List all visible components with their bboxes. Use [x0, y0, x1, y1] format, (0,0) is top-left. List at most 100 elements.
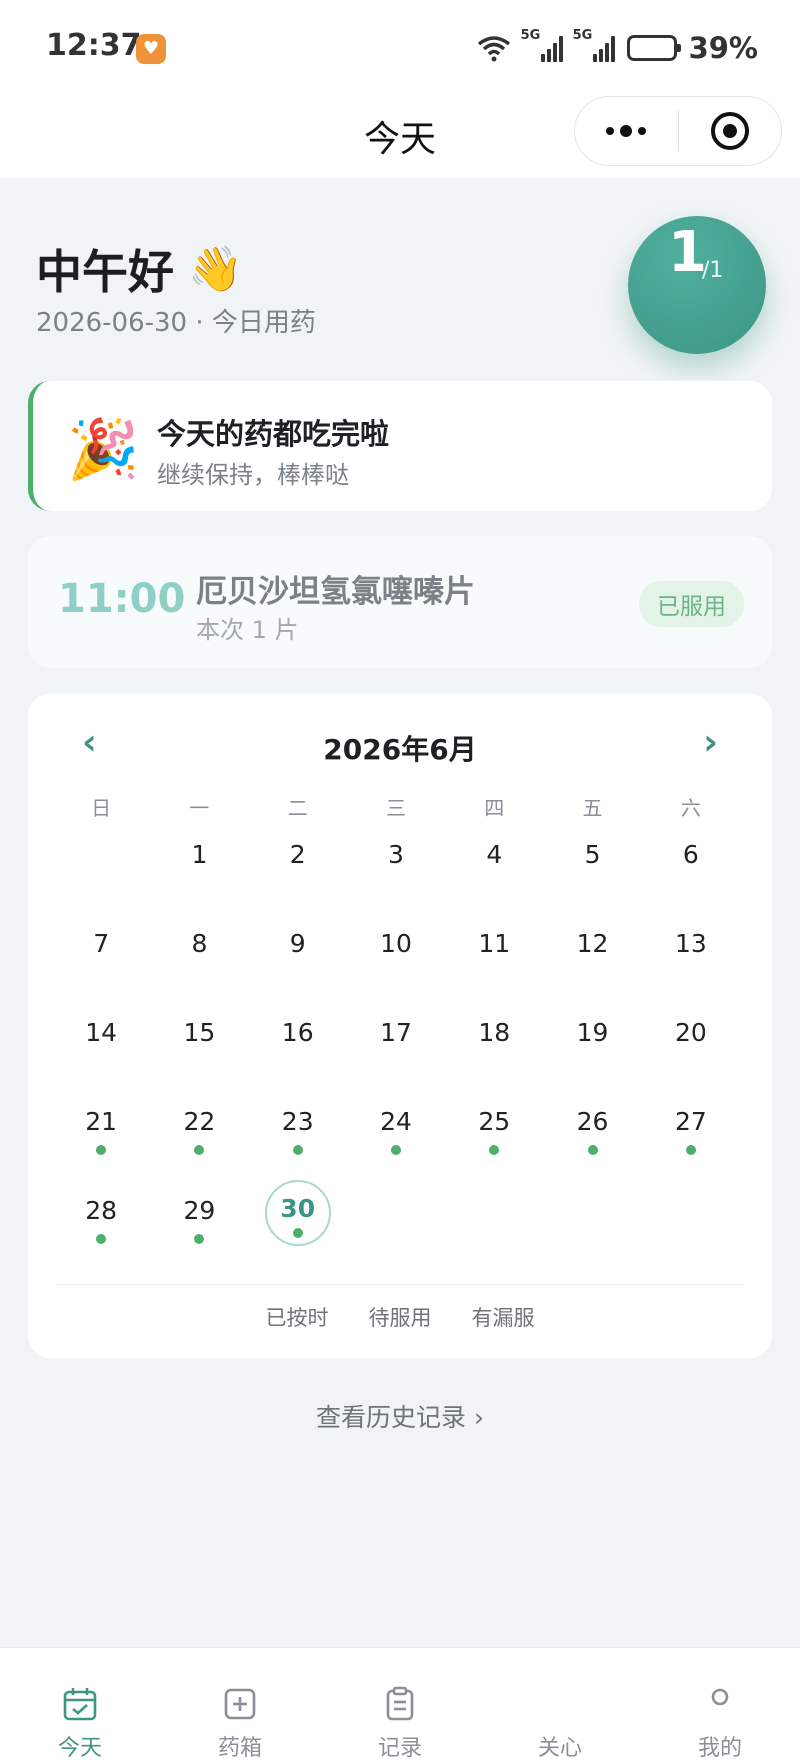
calendar-day[interactable]: 6	[642, 824, 740, 913]
tab-care[interactable]: 关心	[480, 1648, 640, 1760]
calendar-day[interactable]: 17	[347, 1002, 445, 1091]
calendar-day[interactable]: 5	[543, 824, 641, 913]
calendar-day[interactable]: 2	[249, 824, 347, 913]
legend-item: 待服用	[368, 1306, 432, 1330]
calendar-day[interactable]: 26	[543, 1091, 641, 1180]
sim1-label: 5G	[520, 28, 541, 43]
day-number: 30	[280, 1194, 316, 1223]
taken-dot	[390, 1145, 401, 1155]
day-number: 1	[191, 840, 208, 869]
day-number: 10	[380, 929, 412, 958]
day-number: 21	[85, 1107, 118, 1136]
calendar-day[interactable]: 16	[249, 1002, 347, 1091]
all-done-title: 今天的药都吃完啦	[157, 417, 390, 451]
weekday-label: 五	[582, 796, 603, 820]
tab-medicine-box[interactable]: 药箱	[160, 1648, 320, 1760]
calendar-day[interactable]: 25	[445, 1091, 543, 1180]
close-miniprogram-button[interactable]	[679, 97, 782, 165]
progress-total-count: /1	[702, 258, 724, 283]
view-history-link[interactable]: 查看历史记录 ›	[0, 1398, 800, 1434]
calendar-divider	[56, 1284, 744, 1285]
tab-label: 今天	[57, 1736, 102, 1760]
weekday-label: 三	[385, 796, 406, 820]
dose-card[interactable]: 11:00 厄贝沙坦氢氯噻嗪片 本次 1 片 已服用	[28, 536, 772, 668]
sim2-label: 5G	[572, 28, 593, 43]
taken-dot	[292, 1228, 303, 1238]
taken-status-badge: 已服用	[639, 581, 744, 627]
day-number: 22	[183, 1107, 216, 1136]
calendar-day[interactable]: 22	[150, 1091, 248, 1180]
day-number: 4	[486, 840, 503, 869]
calendar-day[interactable]: 15	[150, 1002, 248, 1091]
target-icon	[710, 112, 749, 150]
tab-label: 我的	[697, 1736, 742, 1760]
day-number: 8	[191, 929, 208, 958]
calendar-day[interactable]: 4	[445, 824, 543, 913]
battery-icon	[626, 35, 681, 61]
calendar-day[interactable]: 3	[347, 824, 445, 913]
calendar-day[interactable]: 27	[642, 1091, 740, 1180]
calendar-day[interactable]: 19	[543, 1002, 641, 1091]
calendar-day[interactable]: 8	[150, 913, 248, 1002]
calendar-day[interactable]: 13	[642, 913, 740, 1002]
calendar-day[interactable]: 24	[347, 1091, 445, 1180]
calendar-card: ‹ 2026年6月 › 日一二三四五六 1 2 3 4 5 6 7 8 9 10 11 12 13 14 1…	[28, 694, 772, 1358]
calendar-legend: 已按时 待服用 有漏服	[28, 1302, 772, 1332]
day-number: 25	[478, 1107, 511, 1136]
weekday-label: 日	[91, 796, 112, 820]
day-number: 3	[388, 840, 404, 869]
cell-signal-1-icon: 5G	[521, 28, 563, 62]
calendar-day[interactable]: 20	[642, 1002, 740, 1091]
taken-dot	[96, 1145, 107, 1155]
day-number: 28	[85, 1196, 118, 1225]
dose-amount: 本次 1 片	[196, 616, 299, 644]
medicine-name: 厄贝沙坦氢氯噻嗪片	[196, 574, 475, 610]
calendar-day[interactable]: 29	[150, 1180, 248, 1269]
legend-item: 有漏服	[471, 1306, 535, 1330]
tab-records[interactable]: 记录	[320, 1648, 480, 1760]
party-popper-icon: 🎉	[67, 415, 140, 483]
day-number: 26	[576, 1107, 609, 1136]
day-number: 15	[183, 1018, 216, 1047]
next-month-button[interactable]: ›	[703, 722, 718, 763]
calendar-day[interactable]: 9	[249, 913, 347, 1002]
calendar-day[interactable]: 12	[543, 913, 641, 1002]
calendar-day[interactable]: 21	[52, 1091, 150, 1180]
weekday-label: 二	[287, 796, 308, 820]
weekday-label: 一	[189, 796, 210, 820]
calendar-day[interactable]: 23	[249, 1091, 347, 1180]
calendar-day[interactable]: 10	[347, 913, 445, 1002]
calendar-day[interactable]: 7	[52, 913, 150, 1002]
greeting-text: 中午好	[36, 245, 174, 299]
calendar-day[interactable]: 18	[445, 1002, 543, 1091]
wifi-icon	[477, 34, 511, 62]
calendar-day[interactable]: 14	[52, 1002, 150, 1091]
tab-me[interactable]: 我的	[640, 1648, 800, 1760]
day-number: 19	[576, 1018, 609, 1047]
day-number: 5	[584, 840, 601, 869]
calendar-day[interactable]: 28	[52, 1180, 150, 1269]
tab-label: 药箱	[217, 1736, 262, 1760]
battery-percent: 39%	[688, 31, 758, 65]
dose-time: 11:00	[58, 576, 186, 622]
greeting: 中午好 👋	[36, 236, 243, 302]
taken-dot	[489, 1145, 500, 1155]
day-number: 14	[85, 1018, 118, 1047]
day-number: 20	[674, 1018, 707, 1047]
day-number: 2	[289, 840, 306, 869]
status-indicators: 5G 5G 39%	[477, 28, 758, 68]
taken-dot	[194, 1234, 205, 1244]
calendar-month-title: 2026年6月	[323, 733, 477, 766]
calendar-day[interactable]: 11	[445, 913, 543, 1002]
tab-today[interactable]: 今天	[0, 1648, 160, 1760]
day-number: 29	[183, 1196, 216, 1225]
calendar-day[interactable]: 1	[150, 824, 248, 913]
day-number: 27	[674, 1107, 707, 1136]
taken-dot	[194, 1145, 205, 1155]
more-button[interactable]	[575, 97, 678, 165]
taken-dot	[587, 1145, 598, 1155]
calendar-day-today[interactable]: 30	[249, 1180, 347, 1269]
status-bar: 12:37 ♥ 5G 5G 39%	[0, 0, 800, 92]
app-notification-icon: ♥	[136, 34, 166, 64]
calendar-blank-cell	[52, 824, 150, 913]
